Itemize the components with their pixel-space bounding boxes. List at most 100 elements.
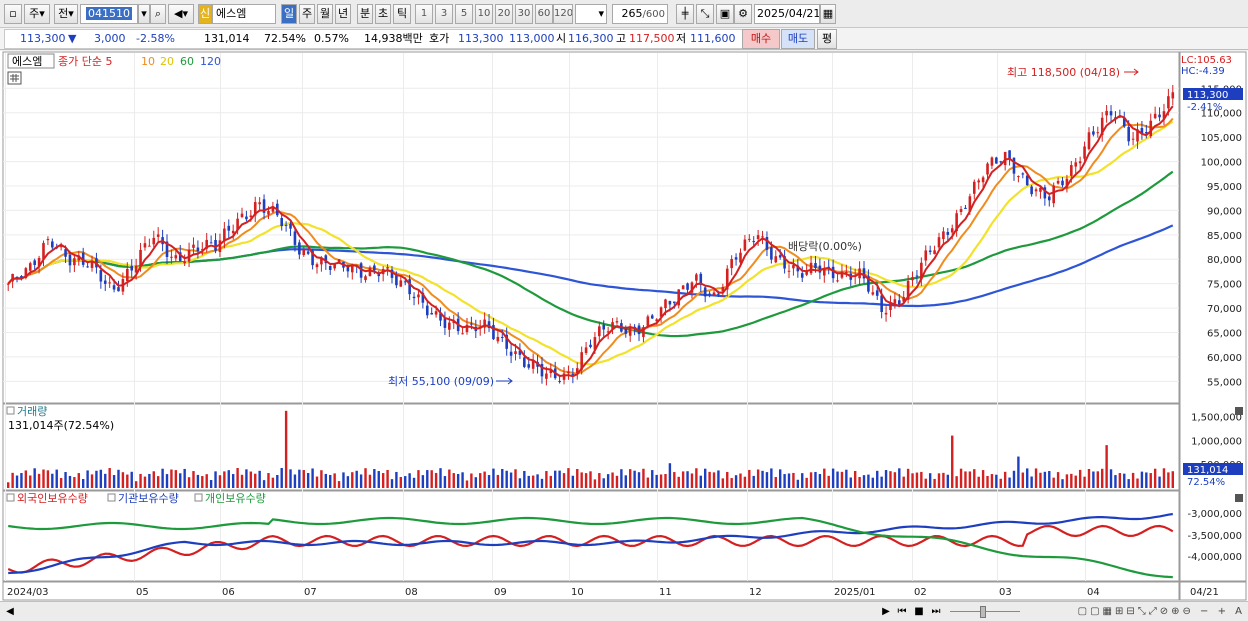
code-dropdown-icon[interactable]: ▾ [138,4,150,24]
scroll-right-icon[interactable]: ▶ [880,605,892,619]
candle-body [884,312,888,315]
volume-bar [452,473,455,488]
chart-area[interactable]: 55,000 60,000 65,000 70,000 75,000 80,000 85,0… [0,51,1248,601]
volume-bar [37,473,41,488]
forward-icon[interactable]: ⏭ [929,605,943,619]
candle-body [170,256,173,258]
candle-body [527,364,531,368]
volume-bar [170,469,173,488]
volume-bar [386,469,389,488]
volume-bar [928,473,932,488]
volume-bar [1118,473,1122,488]
holding-close-icon[interactable] [1235,494,1243,502]
volume-ratio: 72.54% [264,32,306,45]
search-icon[interactable]: ⌕ [150,4,166,24]
minute-30-button[interactable]: 30 [515,4,533,24]
volume-bar [624,475,627,488]
period-second-tab[interactable]: 초 [375,4,391,24]
custom-period-input[interactable]: ▾ [575,4,607,24]
volume-bar [223,471,226,488]
price-tick-label: 80,000 [1207,255,1242,266]
volume-bar [271,477,275,488]
high-price: 117,500 [629,32,675,45]
volume-bar [849,477,852,488]
market-select[interactable]: 주▾ [24,4,50,24]
price-chart-svg[interactable]: 55,000 60,000 65,000 70,000 75,000 80,000 85,0… [0,51,1248,601]
volume-tick-label: 1,500,000 [1191,413,1242,424]
period-week-tab[interactable]: 주 [299,4,315,24]
candle-body [227,225,231,231]
minute-60-button[interactable]: 60 [535,4,553,24]
candle-body [430,312,433,315]
candle-body [1127,126,1130,142]
holding-panel-icon[interactable] [6,493,15,502]
low-label: 저 [676,32,687,45]
price-tick-label: 75,000 [1207,280,1242,291]
buy-button[interactable]: 매수 [742,29,780,49]
draw-tool-icon[interactable]: ⤡ [696,4,714,24]
volume-bar [677,476,680,488]
gear-icon[interactable]: ⚙ [734,4,752,24]
period-month-tab[interactable]: 월 [317,4,333,24]
scroll-bar[interactable]: ◀ ▶ ⏮ ■ ⏭ ▢▢▦⊞⊟⤡⤢⊘⊕⊖ − + A [0,601,1248,621]
minute-10-button[interactable]: 10 [475,4,493,24]
candle-body [126,268,129,281]
window-menu-icon[interactable]: ▫ [4,4,22,24]
volume-bar [20,473,23,488]
minute-120-button[interactable]: 120 [553,4,573,24]
volume-bar [646,477,650,488]
stock-code-input[interactable]: 041510 [80,4,138,24]
period-year-tab[interactable]: 년 [335,4,351,24]
chart-type-icon[interactable]: ╪ [676,4,694,24]
volume-bar [359,474,363,488]
volume-title: 거래량 [17,405,47,418]
candle-body [999,161,1003,163]
volume-bar [1158,476,1161,488]
legend-close-label: 종가 단순 [58,55,102,68]
minute-1-button[interactable]: 1 [415,4,433,24]
scroll-left-icon[interactable]: ◀ [4,605,16,619]
volume-bar [576,469,579,488]
volume-bar [267,473,270,488]
zoom-slider-handle[interactable] [980,606,986,618]
volume-bar [717,470,720,488]
period-minute-tab[interactable]: 분 [357,4,373,24]
drawing-tools-icons[interactable]: ▢▢▦⊞⊟⤡⤢⊘⊕⊖ − + A [1025,605,1245,619]
prev-select[interactable]: 전▾ [54,4,78,24]
stop-icon[interactable]: ■ [912,605,926,619]
candle-body [708,293,711,295]
candle-body [1078,161,1082,164]
candle-body [412,296,416,299]
candle-body [730,258,733,269]
volume-bar [381,473,385,488]
volume-bar [801,473,804,488]
volume-bar [302,470,305,488]
candle-body [739,252,742,263]
speaker-icon[interactable]: ◀▾ [168,4,194,24]
period-day-tab[interactable]: 일 [281,4,297,24]
candle-body [995,157,998,164]
volume-close-icon[interactable] [1235,407,1243,415]
price-tick-label: 65,000 [1207,329,1242,340]
candle-body [108,282,111,284]
volume-bar [818,474,822,488]
period-tick-tab[interactable]: 틱 [393,4,411,24]
volume-bar [99,469,103,488]
minute-5-button[interactable]: 5 [455,4,473,24]
average-button[interactable]: 평 [817,29,837,49]
data-count-field[interactable]: 265/600 [612,4,668,24]
volume-bar [959,468,963,488]
volume-bar [430,470,433,488]
minute-20-button[interactable]: 20 [495,4,513,24]
holding-tick-label: -3,500,000 [1187,531,1242,542]
legend-ma20: 20 [160,55,174,68]
calendar-icon[interactable]: ▦ [820,4,836,24]
stock-name-field[interactable]: 에스엠 [212,4,276,24]
table-icon[interactable] [7,71,22,85]
save-icon[interactable]: ▣ [716,4,734,24]
minute-3-button[interactable]: 3 [435,4,453,24]
sell-button[interactable]: 매도 [781,29,815,49]
volume-panel-icon[interactable] [6,406,15,415]
rewind-icon[interactable]: ⏮ [895,605,909,619]
date-input[interactable]: 2025/04/21 [754,4,820,24]
